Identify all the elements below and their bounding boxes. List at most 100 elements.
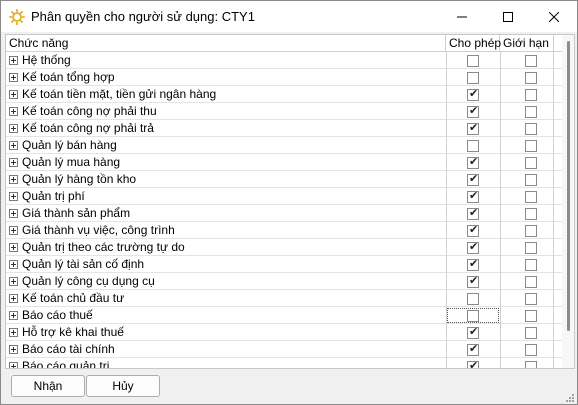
limit-checkbox[interactable] xyxy=(525,157,537,169)
allow-checkbox[interactable] xyxy=(467,140,479,152)
limit-cell[interactable] xyxy=(500,239,554,256)
table-row[interactable]: Quản lý mua hàng xyxy=(6,154,562,171)
allow-cell[interactable] xyxy=(446,256,500,273)
expand-plus-icon[interactable] xyxy=(9,328,18,337)
expand-plus-icon[interactable] xyxy=(9,56,18,65)
expand-plus-icon[interactable] xyxy=(9,277,18,286)
allow-checkbox[interactable] xyxy=(467,293,479,305)
expand-plus-icon[interactable] xyxy=(9,73,18,82)
limit-cell[interactable] xyxy=(500,222,554,239)
table-row[interactable]: Kế toán tiền mặt, tiền gửi ngân hàng xyxy=(6,86,562,103)
allow-checkbox[interactable] xyxy=(467,104,479,118)
table-row[interactable]: Quản trị phí xyxy=(6,188,562,205)
allow-cell[interactable] xyxy=(446,69,500,86)
limit-cell[interactable] xyxy=(500,120,554,137)
allow-cell[interactable] xyxy=(446,324,500,341)
expand-plus-icon[interactable] xyxy=(9,141,18,150)
table-row[interactable]: Quản lý hàng tồn kho xyxy=(6,171,562,188)
table-row[interactable]: Kế toán chủ đầu tư xyxy=(6,290,562,307)
minimize-button[interactable] xyxy=(439,1,485,32)
allow-cell[interactable] xyxy=(446,239,500,256)
allow-checkbox[interactable] xyxy=(467,121,479,135)
limit-checkbox[interactable] xyxy=(525,293,537,305)
table-row[interactable]: Giá thành sản phẩm xyxy=(6,205,562,222)
limit-cell[interactable] xyxy=(500,205,554,222)
expand-plus-icon[interactable] xyxy=(9,158,18,167)
limit-checkbox[interactable] xyxy=(525,225,537,237)
limit-cell[interactable] xyxy=(500,103,554,120)
allow-cell[interactable] xyxy=(446,358,500,368)
limit-cell[interactable] xyxy=(500,273,554,290)
allow-cell[interactable] xyxy=(446,205,500,222)
limit-checkbox[interactable] xyxy=(525,259,537,271)
limit-cell[interactable] xyxy=(500,52,554,69)
column-header-limit[interactable]: Giới hạn xyxy=(500,35,554,52)
allow-checkbox[interactable] xyxy=(467,257,479,271)
allow-checkbox[interactable] xyxy=(467,172,479,186)
allow-checkbox[interactable] xyxy=(467,342,479,356)
table-row[interactable]: Giá thành vụ việc, công trình xyxy=(6,222,562,239)
limit-cell[interactable] xyxy=(500,137,554,154)
limit-cell[interactable] xyxy=(500,171,554,188)
limit-cell[interactable] xyxy=(500,290,554,307)
expand-plus-icon[interactable] xyxy=(9,243,18,252)
table-row[interactable]: Báo cáo quản trị xyxy=(6,358,562,368)
expand-plus-icon[interactable] xyxy=(9,260,18,269)
allow-checkbox[interactable] xyxy=(467,72,479,84)
maximize-button[interactable] xyxy=(485,1,531,32)
expand-plus-icon[interactable] xyxy=(9,175,18,184)
title-bar[interactable]: Phân quyền cho người sử dụng: CTY1 xyxy=(1,1,577,32)
allow-cell[interactable] xyxy=(446,154,500,171)
allow-checkbox[interactable] xyxy=(467,325,479,339)
limit-checkbox[interactable] xyxy=(525,310,537,322)
allow-cell[interactable] xyxy=(446,188,500,205)
expand-plus-icon[interactable] xyxy=(9,90,18,99)
allow-cell[interactable] xyxy=(446,273,500,290)
allow-checkbox[interactable] xyxy=(467,240,479,254)
limit-cell[interactable] xyxy=(500,154,554,171)
limit-checkbox[interactable] xyxy=(525,208,537,220)
table-row[interactable]: Báo cáo tài chính xyxy=(6,341,562,358)
table-row[interactable]: Quản lý tài sản cố định xyxy=(6,256,562,273)
table-row[interactable]: Hệ thống xyxy=(6,52,562,69)
limit-checkbox[interactable] xyxy=(525,55,537,67)
expand-plus-icon[interactable] xyxy=(9,362,18,368)
resize-grip-icon[interactable] xyxy=(563,391,575,403)
cancel-button[interactable]: Hủy xyxy=(86,375,160,397)
limit-cell[interactable] xyxy=(500,69,554,86)
expand-plus-icon[interactable] xyxy=(9,311,18,320)
expand-plus-icon[interactable] xyxy=(9,124,18,133)
allow-cell[interactable] xyxy=(446,120,500,137)
vertical-scrollbar[interactable] xyxy=(562,35,574,368)
table-row[interactable]: Hỗ trợ kê khai thuế xyxy=(6,324,562,341)
table-row[interactable]: Quản lý công cụ dụng cụ xyxy=(6,273,562,290)
limit-checkbox[interactable] xyxy=(525,276,537,288)
expand-plus-icon[interactable] xyxy=(9,226,18,235)
limit-cell[interactable] xyxy=(500,358,554,368)
table-row[interactable]: Kế toán tổng hợp xyxy=(6,69,562,86)
limit-checkbox[interactable] xyxy=(525,361,537,368)
allow-checkbox[interactable] xyxy=(467,155,479,169)
expand-plus-icon[interactable] xyxy=(9,294,18,303)
limit-checkbox[interactable] xyxy=(525,140,537,152)
limit-cell[interactable] xyxy=(500,307,554,324)
table-row[interactable]: Kế toán công nợ phải trả xyxy=(6,120,562,137)
allow-checkbox[interactable] xyxy=(467,359,479,368)
table-row[interactable]: Quản trị theo các trường tự do xyxy=(6,239,562,256)
allow-checkbox[interactable] xyxy=(467,274,479,288)
allow-cell[interactable] xyxy=(446,290,500,307)
ok-button[interactable]: Nhận xyxy=(11,375,85,397)
limit-cell[interactable] xyxy=(500,324,554,341)
expand-plus-icon[interactable] xyxy=(9,107,18,116)
limit-checkbox[interactable] xyxy=(525,89,537,101)
column-header-allow[interactable]: Cho phép xyxy=(446,35,501,52)
allow-cell[interactable] xyxy=(446,103,500,120)
allow-cell[interactable] xyxy=(446,341,500,358)
allow-cell[interactable] xyxy=(446,86,500,103)
allow-checkbox[interactable] xyxy=(467,310,479,322)
limit-checkbox[interactable] xyxy=(525,72,537,84)
limit-checkbox[interactable] xyxy=(525,123,537,135)
expand-plus-icon[interactable] xyxy=(9,209,18,218)
scrollbar-thumb[interactable] xyxy=(567,41,570,331)
allow-checkbox[interactable] xyxy=(467,189,479,203)
